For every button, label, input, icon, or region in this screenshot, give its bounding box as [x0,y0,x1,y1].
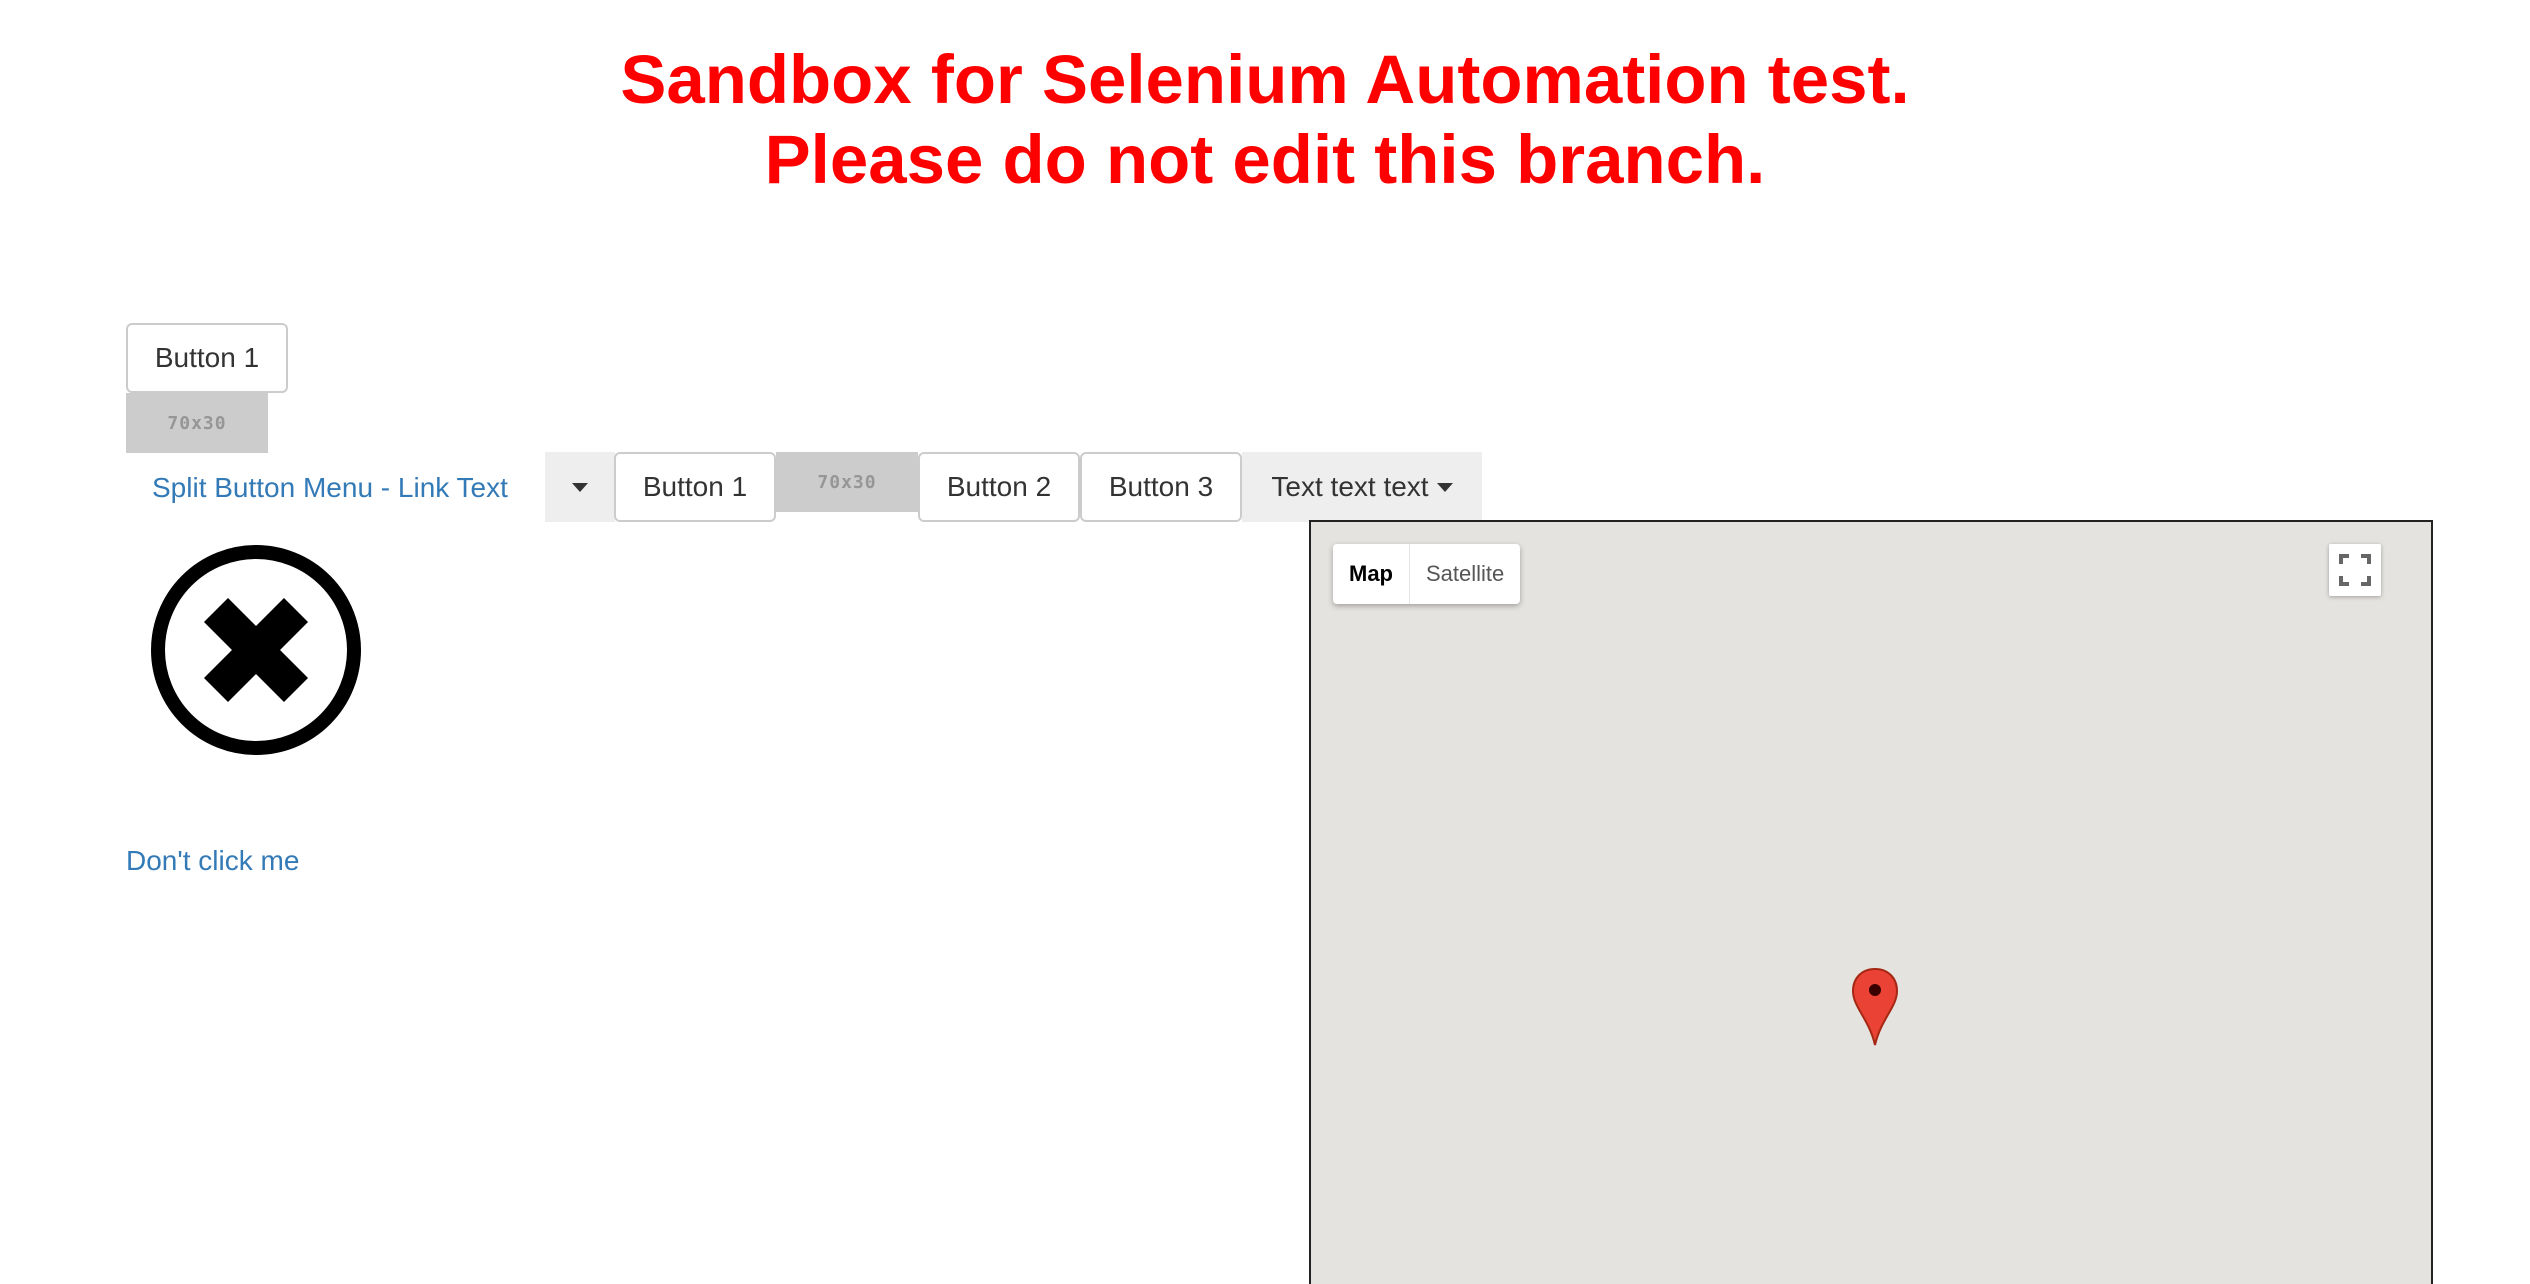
text-dropdown[interactable]: Text text text [1242,452,1482,522]
split-button-toggle[interactable] [545,452,615,522]
placeholder-image: 70x30 [126,393,268,453]
header-line-2: Please do not edit this branch. [764,121,1766,198]
fullscreen-icon[interactable] [2329,544,2381,596]
map-marker-icon[interactable] [1851,967,1899,1052]
close-circle-icon[interactable] [146,540,366,760]
split-button-link[interactable]: Split Button Menu - Link Text [152,472,508,504]
button-1-top[interactable]: Button 1 [126,323,288,393]
group-button-1[interactable]: Button 1 [614,452,776,522]
google-map[interactable]: Map Satellite [1309,520,2433,1284]
text-dropdown-label: Text text text [1271,471,1429,502]
caret-down-icon [1436,482,1453,492]
map-type-control: Map Satellite [1333,544,1521,604]
group-button-3[interactable]: Button 3 [1080,452,1242,522]
header-line-1: Sandbox for Selenium Automation test. [620,41,1910,118]
group-placeholder-image: 70x30 [776,452,918,512]
map-type-satellite-button[interactable]: Satellite [1409,544,1520,604]
map-type-map-button[interactable]: Map [1333,544,1409,604]
page-header: Sandbox for Selenium Automation test. Pl… [0,40,2530,200]
caret-down-icon [572,482,588,492]
group-button-2[interactable]: Button 2 [918,452,1080,522]
dont-click-link[interactable]: Don't click me [126,845,299,877]
